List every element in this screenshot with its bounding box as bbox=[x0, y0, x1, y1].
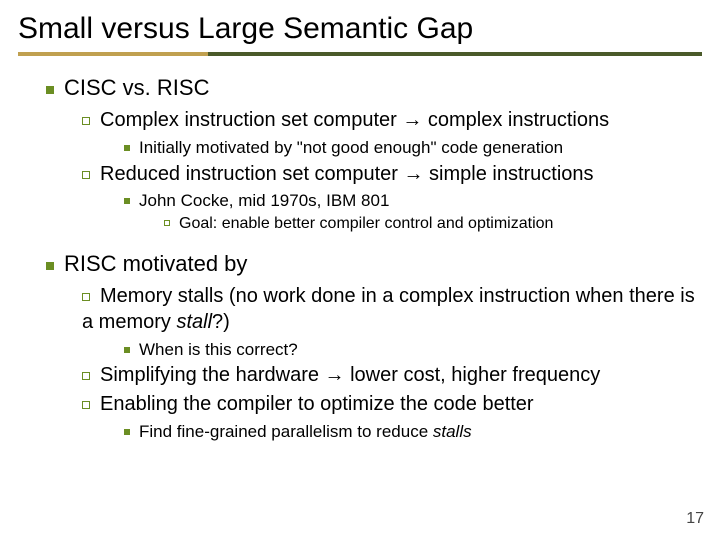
square-bullet-icon bbox=[124, 347, 130, 353]
bullet-complex-isc: Complex instruction set computer → compl… bbox=[82, 108, 702, 134]
square-bullet-icon bbox=[46, 86, 54, 94]
slide-title: Small versus Large Semantic Gap bbox=[18, 12, 702, 46]
page-number: 17 bbox=[686, 510, 704, 528]
hollow-square-bullet-icon bbox=[82, 171, 90, 179]
square-bullet-icon bbox=[124, 429, 130, 435]
bullet-goal: Goal: enable better compiler control and… bbox=[164, 214, 702, 234]
text: Enabling the compiler to optimize the co… bbox=[100, 393, 534, 415]
hollow-square-bullet-icon bbox=[82, 401, 90, 409]
bullet-simplify-hw: Simplifying the hardware → lower cost, h… bbox=[82, 363, 702, 389]
hollow-square-bullet-icon bbox=[82, 372, 90, 380]
square-bullet-icon bbox=[124, 198, 130, 204]
text-post: ?) bbox=[212, 311, 230, 333]
text: RISC motivated by bbox=[64, 251, 247, 276]
title-rule bbox=[18, 52, 702, 56]
square-bullet-icon bbox=[124, 145, 130, 151]
text: When is this correct? bbox=[139, 340, 298, 359]
text-pre: Find fine-grained parallelism to reduce bbox=[139, 422, 433, 441]
hollow-square-bullet-icon bbox=[82, 117, 90, 125]
text: Initially motivated by "not good enough"… bbox=[139, 138, 563, 157]
text: Simplifying the hardware → lower cost, h… bbox=[100, 364, 600, 386]
bullet-compiler-optimize: Enabling the compiler to optimize the co… bbox=[82, 392, 702, 418]
text: Reduced instruction set computer → simpl… bbox=[100, 163, 594, 185]
text-italic: stall bbox=[176, 311, 212, 333]
hollow-square-bullet-icon bbox=[164, 220, 170, 226]
bullet-cocke: John Cocke, mid 1970s, IBM 801 bbox=[124, 190, 702, 212]
text-pre: Memory stalls (no work done in a complex… bbox=[82, 285, 695, 333]
bullet-motivation: Initially motivated by "not good enough"… bbox=[124, 137, 702, 159]
text: Goal: enable better compiler control and… bbox=[179, 215, 553, 232]
bullet-reduced-isc: Reduced instruction set computer → simpl… bbox=[82, 162, 702, 188]
bullet-cisc-risc: CISC vs. RISC bbox=[46, 74, 702, 102]
bullet-memory-stalls: Memory stalls (no work done in a complex… bbox=[82, 284, 702, 335]
slide-body: CISC vs. RISC Complex instruction set co… bbox=[18, 74, 702, 442]
text: Complex instruction set computer → compl… bbox=[100, 109, 609, 131]
text: CISC vs. RISC bbox=[64, 75, 209, 100]
text: John Cocke, mid 1970s, IBM 801 bbox=[139, 191, 389, 210]
text-italic: stalls bbox=[433, 422, 472, 441]
bullet-parallelism: Find fine-grained parallelism to reduce … bbox=[124, 421, 702, 443]
bullet-when-correct: When is this correct? bbox=[124, 339, 702, 361]
hollow-square-bullet-icon bbox=[82, 293, 90, 301]
square-bullet-icon bbox=[46, 262, 54, 270]
bullet-risc-motivated: RISC motivated by bbox=[46, 250, 702, 278]
slide: Small versus Large Semantic Gap CISC vs.… bbox=[0, 0, 720, 540]
